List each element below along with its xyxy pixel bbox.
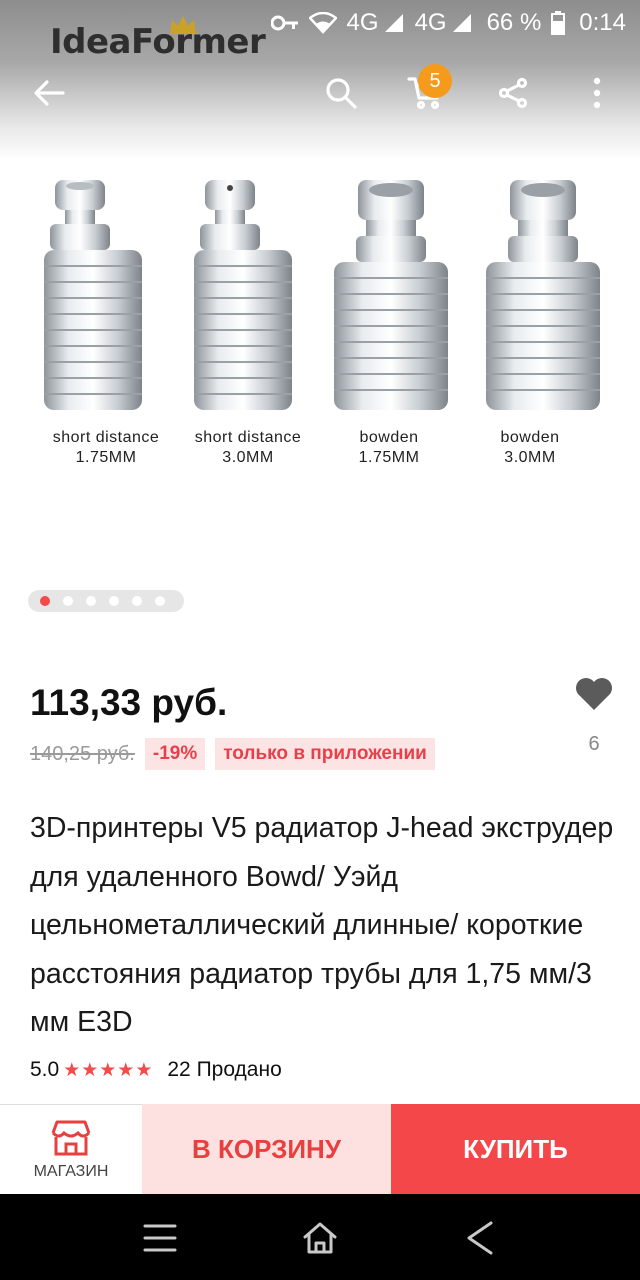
old-price: 140,25 руб. xyxy=(30,742,135,765)
product-image-short-30 xyxy=(194,180,292,410)
shop-button[interactable]: МАГАЗИН xyxy=(0,1104,142,1194)
favorite-button[interactable]: 6 xyxy=(572,676,616,756)
product-image-bowden-30 xyxy=(486,180,600,410)
rating-stars: ★★★★★ xyxy=(63,1059,154,1081)
back-arrow-icon[interactable] xyxy=(24,68,74,118)
wifi-icon xyxy=(308,12,337,34)
page-dot[interactable] xyxy=(109,596,119,606)
page-dot[interactable] xyxy=(86,596,96,606)
caption-line: short distance xyxy=(52,429,160,446)
gallery-pagination[interactable] xyxy=(28,590,184,612)
status-bar: 4G 4G 66 % 0:14 xyxy=(0,0,640,46)
signal-icon xyxy=(383,12,405,34)
battery-icon xyxy=(551,11,566,35)
page-dot-active[interactable] xyxy=(40,596,50,606)
action-bar: МАГАЗИН В КОРЗИНУ КУПИТЬ xyxy=(0,1104,640,1194)
menu-icon[interactable] xyxy=(136,1214,184,1262)
system-nav-bar xyxy=(0,1194,640,1280)
product-image-bowden-175 xyxy=(334,180,448,410)
sold-count: 22 Продано xyxy=(167,1058,282,1081)
caption-line: 3.0MM xyxy=(222,449,274,466)
shop-label: МАГАЗИН xyxy=(33,1162,109,1180)
rating-row[interactable]: 5.0 ★★★★★ 22 Продано xyxy=(30,1058,282,1082)
image-caption: short distance 1.75MM xyxy=(31,428,181,468)
cart-button[interactable]: 5 xyxy=(400,64,452,118)
home-icon[interactable] xyxy=(296,1214,344,1262)
caption-line: 1.75MM xyxy=(358,449,420,466)
product-image-short-175 xyxy=(44,180,142,410)
heart-icon xyxy=(576,678,612,710)
clock: 0:14 xyxy=(579,9,626,36)
search-icon[interactable] xyxy=(316,68,366,118)
product-title: 3D-принтеры V5 радиатор J-head экструдер… xyxy=(30,812,614,1038)
buy-now-button[interactable]: КУПИТЬ xyxy=(391,1104,640,1194)
cart-count-badge: 5 xyxy=(418,64,452,98)
caption-line: 3.0MM xyxy=(504,449,556,466)
image-caption: bowden 3.0MM xyxy=(455,428,605,468)
favorite-count: 6 xyxy=(588,733,600,755)
caption-line: short distance xyxy=(194,429,302,446)
back-icon[interactable] xyxy=(456,1214,504,1262)
discount-badge: -19% xyxy=(144,738,206,770)
rating-value: 5.0 xyxy=(30,1058,60,1081)
product-gallery[interactable]: short distance 1.75MM short distance 3.0… xyxy=(0,160,640,630)
image-caption: short distance 3.0MM xyxy=(173,428,323,468)
network-label: 4G xyxy=(346,9,379,36)
caption-line: bowden xyxy=(500,429,560,446)
price-details: 140,25 руб. -19% только в приложении xyxy=(30,738,435,770)
battery-percent: 66 % xyxy=(486,9,542,36)
store-icon xyxy=(51,1120,91,1155)
add-to-cart-button[interactable]: В КОРЗИНУ xyxy=(142,1104,391,1194)
key-icon xyxy=(270,15,299,31)
share-icon[interactable] xyxy=(488,68,538,118)
caption-line: 1.75MM xyxy=(75,449,137,466)
caption-line: bowden xyxy=(359,429,419,446)
network-label: 4G xyxy=(414,9,447,36)
app-only-badge: только в приложении xyxy=(215,738,435,770)
more-vert-icon[interactable] xyxy=(572,68,622,118)
image-caption: bowden 1.75MM xyxy=(314,428,464,468)
page-dot[interactable] xyxy=(63,596,73,606)
signal-icon xyxy=(451,12,473,34)
product-price: 113,33 руб. xyxy=(30,682,228,723)
page-dot[interactable] xyxy=(132,596,142,606)
page-dot[interactable] xyxy=(155,596,165,606)
app-bar: 5 xyxy=(0,60,640,126)
